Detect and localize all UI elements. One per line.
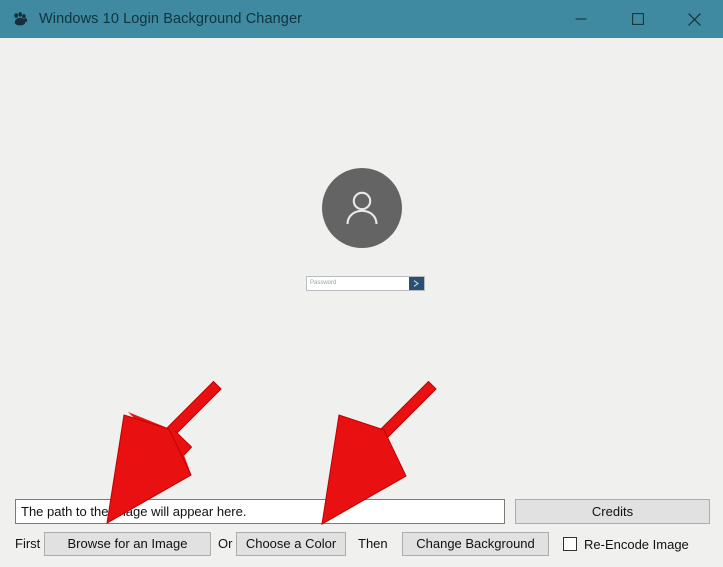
action-row: First Browse for an Image Or Choose a Co…: [0, 532, 723, 562]
minimize-button[interactable]: [552, 0, 609, 38]
login-preview-area: Password: [0, 38, 723, 490]
paw-print-icon: [11, 10, 29, 28]
browse-for-an-image-button[interactable]: Browse for an Image: [44, 532, 211, 556]
bottom-toolbar: The path to the image will appear here. …: [0, 490, 723, 567]
window-controls: [552, 0, 723, 38]
or-label: Or: [218, 536, 233, 551]
user-avatar-icon: [322, 168, 402, 248]
then-label: Then: [358, 536, 388, 551]
choose-a-color-button[interactable]: Choose a Color: [236, 532, 346, 556]
first-label: First: [15, 536, 41, 551]
app-window: Windows 10 Login Background Changer Pass…: [0, 0, 723, 567]
re-encode-image-label: Re-Encode Image: [584, 536, 689, 552]
close-button[interactable]: [666, 0, 723, 38]
image-path-input[interactable]: The path to the image will appear here.: [15, 499, 505, 524]
title-bar: Windows 10 Login Background Changer: [0, 0, 723, 38]
password-field-mock[interactable]: Password: [306, 276, 425, 291]
window-title: Windows 10 Login Background Changer: [39, 11, 303, 27]
re-encode-image-checkbox[interactable]: Re-Encode Image: [563, 532, 689, 556]
checkbox-box-icon[interactable]: [563, 537, 577, 551]
arrow-right-icon[interactable]: [409, 277, 424, 290]
credits-button[interactable]: Credits: [515, 499, 710, 524]
change-background-button[interactable]: Change Background: [402, 532, 549, 556]
password-input[interactable]: Password: [307, 277, 409, 290]
maximize-button[interactable]: [609, 0, 666, 38]
